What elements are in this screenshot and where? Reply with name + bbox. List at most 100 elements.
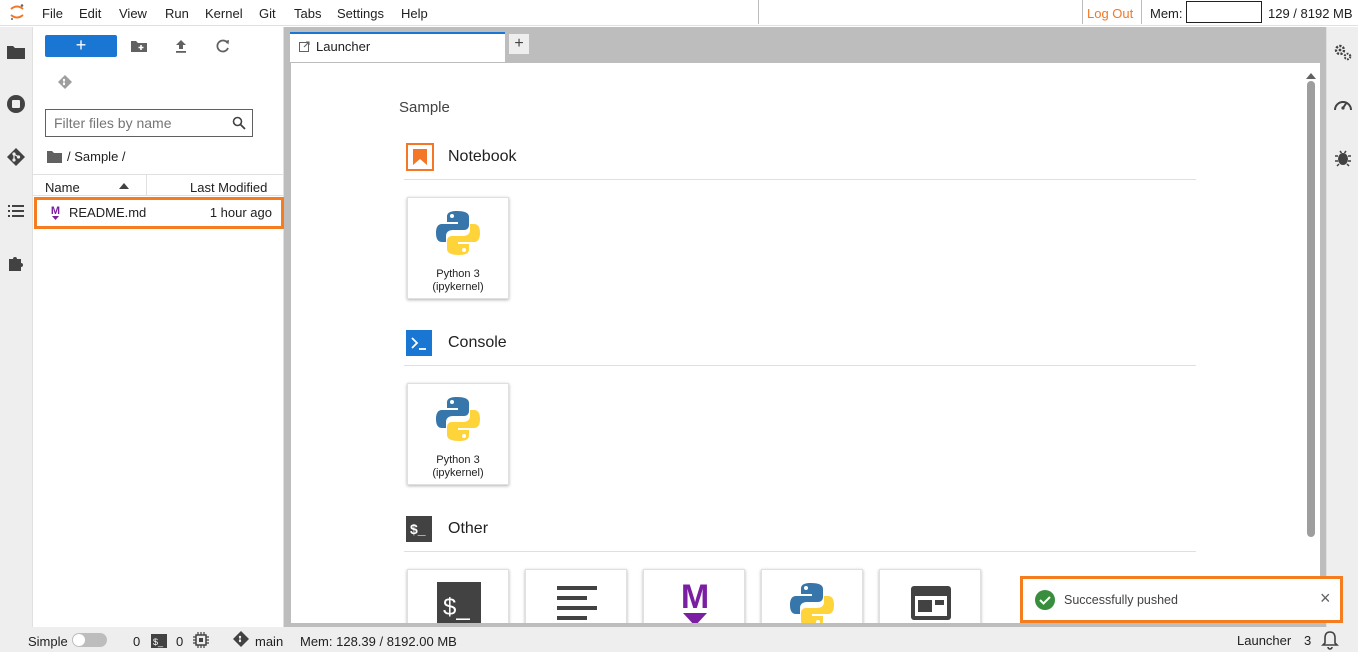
file-modified: 1 hour ago [209, 205, 272, 220]
section-divider [404, 551, 1196, 552]
filter-files-field[interactable] [45, 109, 253, 137]
running-sessions-icon[interactable] [6, 94, 26, 114]
toast-close-button[interactable]: × [1320, 588, 1331, 609]
success-toast: Successfully pushed × [1020, 576, 1343, 623]
card-label: Python 3 (ipykernel) [432, 268, 484, 293]
new-folder-icon[interactable] [129, 36, 149, 56]
sort-ascending-icon [119, 183, 129, 189]
folder-icon[interactable] [6, 42, 26, 62]
menu-view[interactable]: View [119, 6, 147, 21]
scroll-up-arrow-icon[interactable] [1306, 73, 1316, 79]
git-clone-icon[interactable] [55, 72, 75, 92]
section-divider [404, 365, 1196, 366]
notification-bell-icon[interactable] [1321, 630, 1339, 650]
main-area: Launcher + Sample Notebook Python 3 (ipy… [284, 27, 1326, 627]
notebook-python3-card[interactable]: Python 3 (ipykernel) [407, 197, 509, 299]
launcher-scrollbar[interactable] [1307, 81, 1315, 537]
python-logo-icon [790, 583, 834, 623]
toast-message: Successfully pushed [1064, 593, 1178, 607]
file-browser: + / Sample / Name Last Modified [33, 27, 284, 627]
card-label: Python 3 (ipykernel) [432, 454, 484, 479]
memory-usage: Mem: 128.39 / 8192.00 MB [300, 634, 457, 649]
menu-edit[interactable]: Edit [79, 6, 101, 21]
search-icon [232, 116, 246, 130]
python-logo-icon [436, 397, 480, 441]
menubar-divider [1141, 0, 1142, 24]
file-list-header: Name Last Modified [33, 174, 284, 196]
mem-usage-bar [1186, 1, 1262, 23]
markdown-file-card[interactable]: M [643, 569, 745, 623]
markdown-icon: M [681, 580, 709, 623]
status-bar: Simple 0 $_ 0 main Mem: 128.39 / 8192.00… [0, 627, 1358, 652]
tab-launcher[interactable]: Launcher [290, 32, 505, 62]
home-folder-icon[interactable] [47, 150, 62, 163]
left-sidebar [0, 27, 33, 627]
menu-kernel[interactable]: Kernel [205, 6, 243, 21]
tab-label: Launcher [316, 39, 371, 54]
new-tab-button[interactable]: + [508, 33, 530, 55]
resource-monitor-icon[interactable] [1332, 95, 1354, 115]
console-python3-card[interactable]: Python 3 (ipykernel) [407, 383, 509, 485]
markdown-file-icon: M [51, 205, 60, 220]
toggle-knob [73, 634, 85, 646]
terminal-count[interactable]: 0 [176, 634, 183, 649]
filter-files-input[interactable] [54, 114, 224, 132]
section-divider [404, 179, 1196, 180]
file-row-readme[interactable]: M README.md 1 hour ago [34, 197, 284, 229]
menu-help[interactable]: Help [401, 6, 428, 21]
logout-button[interactable]: Log Out [1087, 6, 1133, 21]
right-sidebar [1326, 27, 1358, 627]
breadcrumb-path[interactable]: / Sample / [67, 149, 126, 164]
mem-label: Mem: [1150, 6, 1183, 21]
git-branch-name[interactable]: main [255, 634, 283, 649]
column-divider [146, 175, 147, 196]
notebook-section-icon [406, 143, 434, 171]
contextual-help-icon [911, 586, 951, 620]
extension-manager-icon[interactable] [6, 253, 26, 273]
upload-icon[interactable] [171, 36, 191, 56]
menubar-divider [1082, 0, 1083, 24]
menu-file[interactable]: File [42, 6, 63, 21]
launcher-cwd: Sample [399, 99, 450, 116]
refresh-icon[interactable] [213, 36, 233, 56]
svg-text:$_: $_ [153, 637, 164, 647]
simple-mode-toggle[interactable] [72, 633, 107, 647]
debugger-icon[interactable] [1333, 148, 1353, 168]
notebook-section-title: Notebook [448, 148, 517, 165]
svg-text:M: M [681, 580, 709, 616]
kernel-count[interactable]: 0 [133, 634, 140, 649]
notification-count: 3 [1304, 633, 1312, 648]
menu-run[interactable]: Run [165, 6, 189, 21]
menu-bar: File Edit View Run Kernel Git Tabs Setti… [0, 0, 1358, 26]
menu-git[interactable]: Git [259, 6, 276, 21]
console-section-title: Console [448, 334, 507, 351]
simple-mode-label: Simple [28, 634, 68, 649]
python-logo-icon [436, 211, 480, 255]
kernel-status-icon [193, 632, 209, 648]
new-launcher-button[interactable]: + [45, 35, 117, 57]
terminal-icon: $_ [437, 582, 481, 623]
current-activity-label: Launcher [1237, 633, 1292, 648]
menu-tabs[interactable]: Tabs [294, 6, 321, 21]
column-modified-header[interactable]: Last Modified [190, 180, 267, 195]
table-of-contents-icon[interactable] [6, 201, 26, 221]
launcher-tab-icon [299, 41, 310, 52]
python-file-card[interactable] [761, 569, 863, 623]
contextual-help-card[interactable] [879, 569, 981, 623]
launcher-panel: Sample Notebook Python 3 (ipykernel) Con… [291, 63, 1320, 623]
other-section-title: Other [448, 520, 489, 537]
jupyter-logo-icon[interactable] [8, 3, 26, 21]
svg-text:M: M [51, 205, 60, 217]
file-name: README.md [69, 205, 147, 220]
other-section-icon: $_ [406, 516, 432, 542]
terminal-card[interactable]: $_ [407, 569, 509, 623]
property-inspector-icon[interactable] [1333, 42, 1353, 62]
console-section-icon [406, 330, 432, 356]
terminal-status-icon: $_ [151, 634, 167, 648]
column-name-header[interactable]: Name [45, 180, 80, 195]
menu-settings[interactable]: Settings [337, 6, 384, 21]
git-branch-icon [233, 631, 249, 647]
check-circle-icon [1035, 590, 1055, 610]
git-icon[interactable] [6, 147, 26, 167]
text-file-card[interactable] [525, 569, 627, 623]
